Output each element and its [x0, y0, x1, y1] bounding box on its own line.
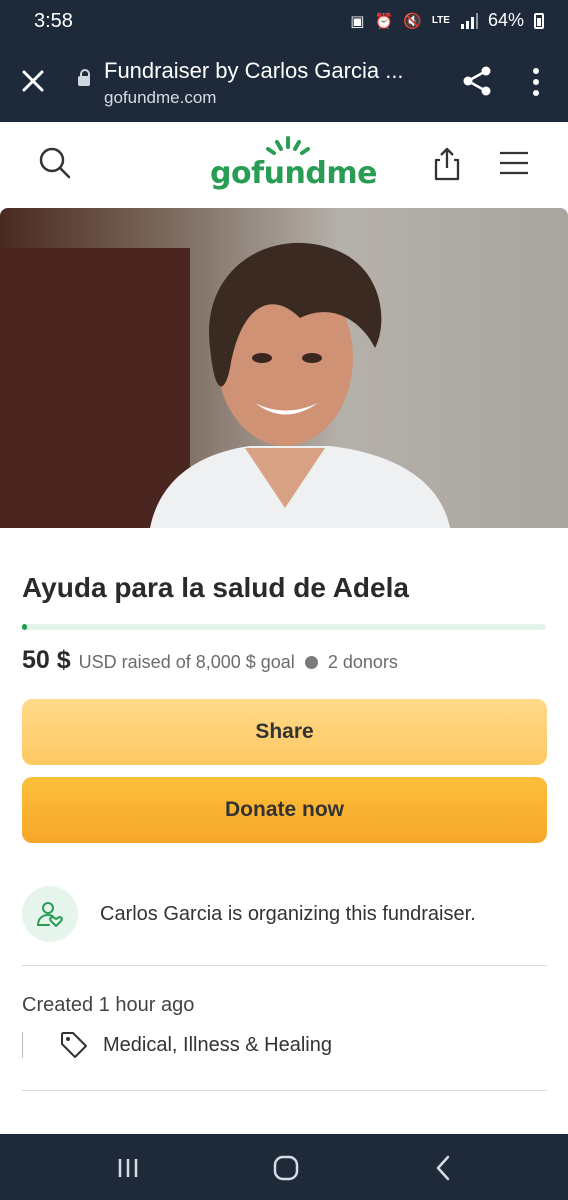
gofundme-logo[interactable]: gofundme: [208, 134, 377, 196]
site-header: gofundme: [0, 122, 568, 208]
donor-count[interactable]: 2 donors: [328, 652, 398, 673]
progress-bar: [22, 624, 546, 630]
mute-icon: 🔇: [403, 12, 422, 30]
status-bar: 3:58 ▣ ⏰ 🔇 LTE 64%: [0, 0, 568, 44]
raised-detail: USD raised of 8,000 $ goal: [78, 652, 295, 672]
android-nav-bar: [0, 1134, 568, 1200]
category-bar: [22, 1032, 23, 1058]
status-time: 3:58: [34, 10, 73, 32]
organizer-text: Carlos Garcia is organizing this fundrai…: [100, 902, 476, 925]
person-heart-icon: [37, 902, 63, 927]
campaign-photo: [0, 208, 568, 528]
share-button[interactable]: Share: [22, 699, 547, 765]
signal-icon: [460, 12, 478, 29]
wallet-icon: ▣: [350, 12, 365, 30]
battery-icon: [534, 12, 544, 29]
status-icons: ▣ ⏰ 🔇 LTE 64%: [350, 10, 544, 31]
home-icon[interactable]: [266, 1152, 306, 1184]
close-icon[interactable]: [18, 66, 48, 96]
created-time: Created 1 hour ago: [22, 994, 195, 1016]
separator-dot: [304, 656, 318, 669]
page-url[interactable]: gofundme.com: [104, 88, 216, 108]
organizer-avatar: [22, 886, 78, 942]
lock-icon: [78, 69, 90, 86]
category-text: Medical, Illness & Healing: [103, 1033, 332, 1056]
more-vert-icon[interactable]: [526, 66, 546, 98]
raised-amount: 50 $: [22, 646, 71, 674]
page-title: Fundraiser by Carlos Garcia ...: [104, 58, 404, 83]
tag-icon: [61, 1032, 87, 1058]
hamburger-menu-icon[interactable]: [498, 150, 530, 176]
campaign-photo-illustration: [0, 208, 568, 528]
sun-rays-icon: [266, 136, 310, 155]
search-icon[interactable]: [38, 146, 72, 180]
divider: [22, 965, 547, 966]
organizer-row[interactable]: Carlos Garcia is organizing this fundrai…: [22, 886, 476, 942]
browser-toolbar: Fundraiser by Carlos Garcia ... gofundme…: [0, 44, 568, 122]
donate-button[interactable]: Donate now: [22, 777, 547, 843]
back-icon[interactable]: [424, 1152, 464, 1184]
divider: [22, 1090, 547, 1091]
share-icon[interactable]: [460, 64, 494, 98]
alarm-icon: ⏰: [374, 12, 394, 30]
category-row[interactable]: Medical, Illness & Healing: [22, 1030, 332, 1060]
recent-apps-icon[interactable]: [108, 1152, 148, 1184]
battery-level: 64%: [487, 10, 524, 30]
progress-fill: [22, 624, 28, 630]
lte-icon: LTE: [431, 15, 450, 26]
share-upload-icon[interactable]: [430, 146, 464, 182]
campaign-title: Ayuda para la salud de Adela: [22, 572, 409, 603]
raised-summary: 50 $ USD raised of 8,000 $ goal 2 donors: [22, 646, 398, 675]
logo-text: gofundme: [210, 156, 377, 191]
